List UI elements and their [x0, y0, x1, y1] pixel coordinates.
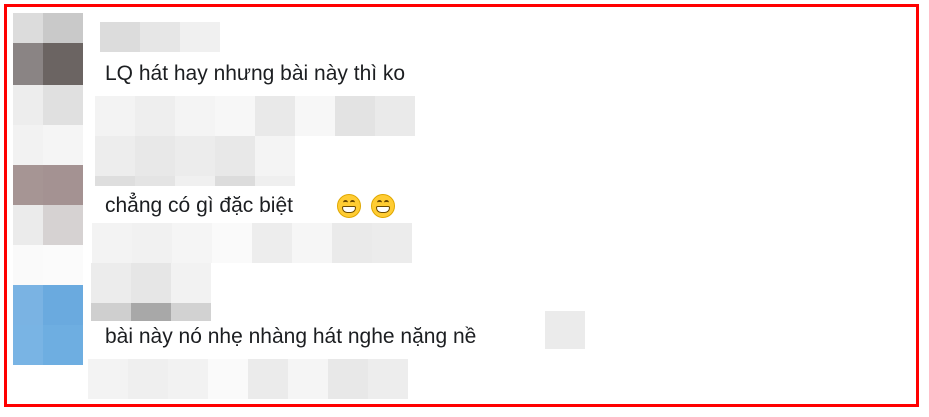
blurred-trailing [545, 311, 585, 349]
comment-text-2: chẳng có gì đặc biệt [105, 194, 293, 217]
grinning-face-icon [371, 194, 395, 218]
comment-text-1: LQ hát hay nhưng bài này thì ko [105, 62, 406, 85]
grinning-face-icon [337, 194, 361, 218]
comment-text-3: bài này nó nhẹ nhàng hát nghe nặng nề [105, 325, 477, 348]
